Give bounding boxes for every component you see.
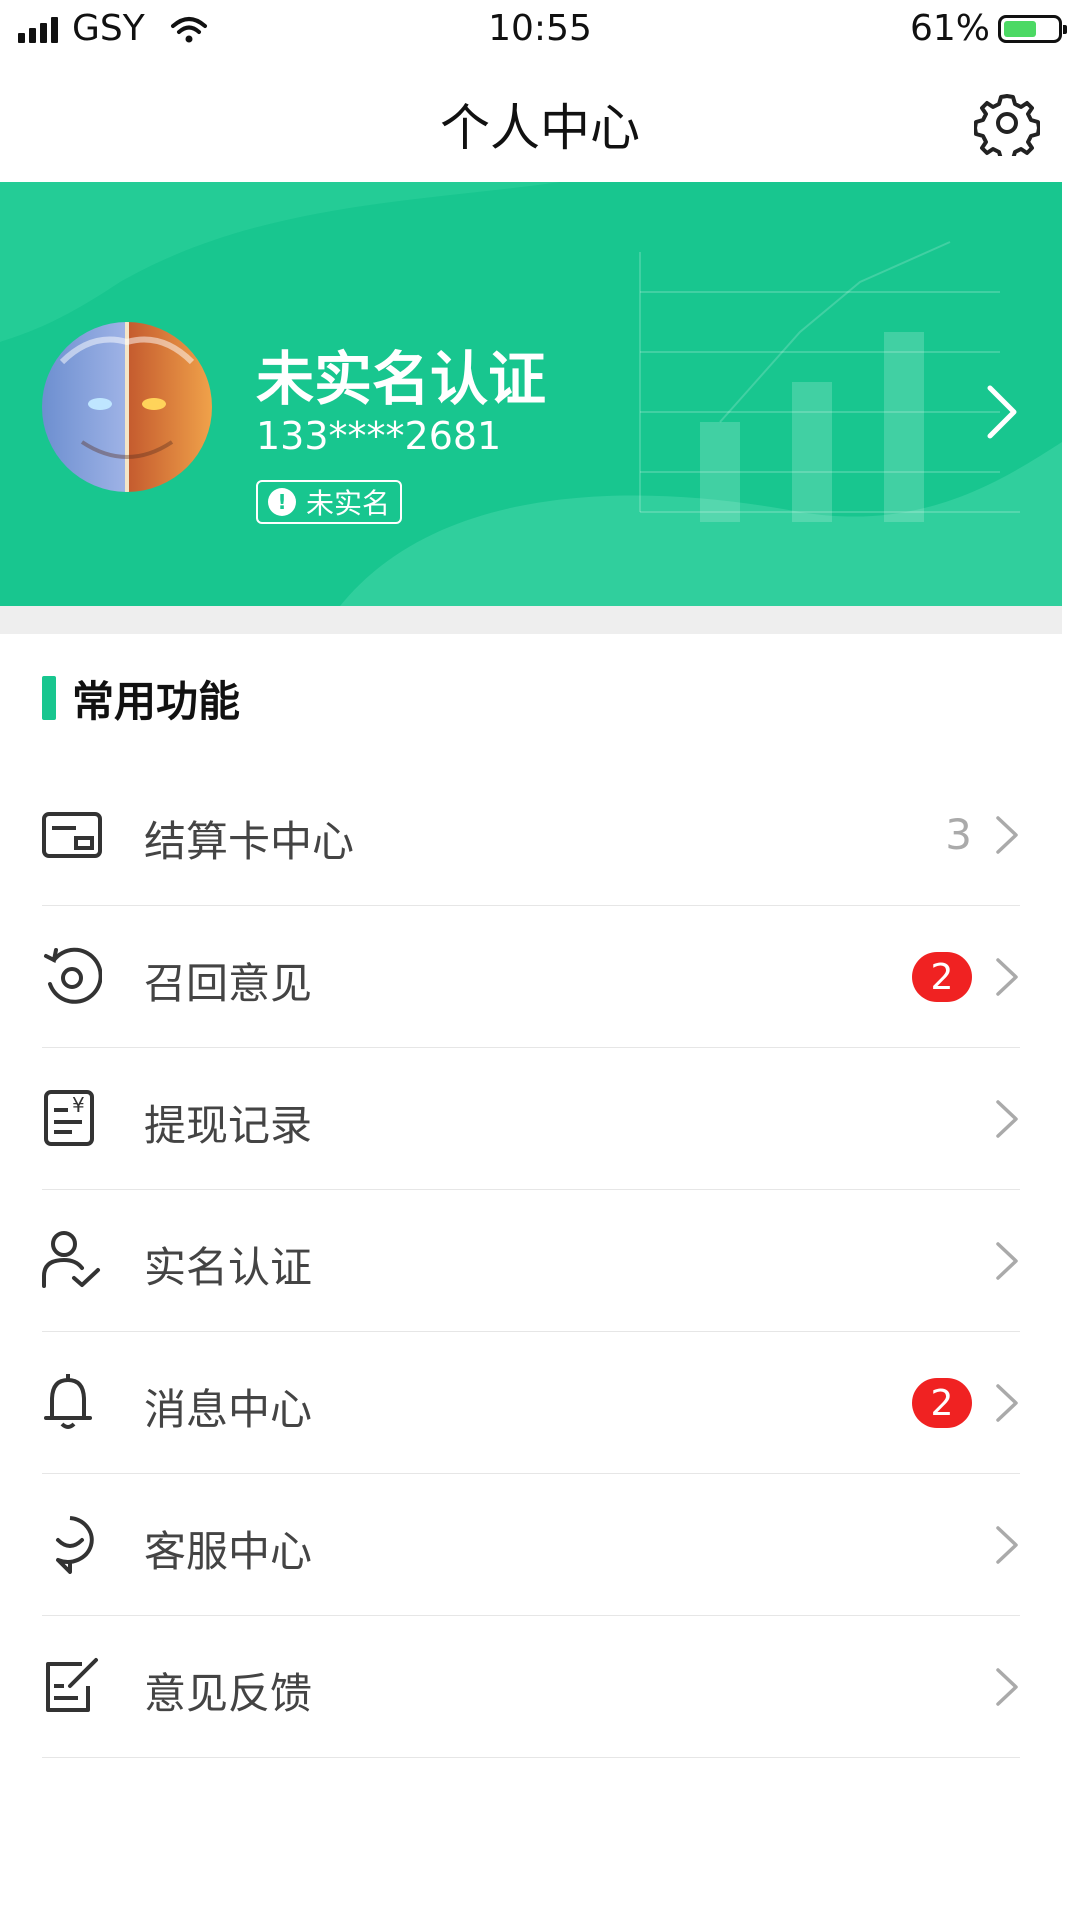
profile-card[interactable]: 未实名认证 133****2681 ! 未实名 (0, 182, 1062, 606)
menu-item-label: 召回意见 (144, 959, 313, 1008)
service-chat-icon (56, 1516, 94, 1574)
menu-item-withdraw-records[interactable]: ¥ 提现记录 (42, 1048, 1020, 1190)
battery-fill (1004, 20, 1036, 37)
chevron-right-icon (996, 1242, 1018, 1280)
exclamation-icon: ! (268, 488, 296, 516)
notification-badge: 2 (912, 952, 972, 1002)
svg-text:¥: ¥ (72, 1093, 85, 1117)
function-list: 结算卡中心 3 召回意见 2 ¥ 提现记录 实名认证 消息中心 2 客服中心 意… (42, 764, 1020, 1758)
menu-item-real-name-verify[interactable]: 实名认证 (42, 1190, 1020, 1332)
menu-item-label: 消息中心 (144, 1385, 313, 1434)
battery-icon (998, 14, 1067, 43)
menu-item-settlement-card[interactable]: 结算卡中心 3 (42, 764, 1020, 906)
count-text: 3 (945, 810, 972, 859)
section-accent-bar (42, 676, 56, 720)
menu-item-customer-service[interactable]: 客服中心 (42, 1474, 1020, 1616)
menu-item-recall-feedback[interactable]: 召回意见 2 (42, 906, 1020, 1048)
chevron-right-icon (996, 816, 1018, 854)
menu-item-label: 客服中心 (144, 1527, 313, 1576)
card-icon (42, 812, 102, 858)
status-right: 61% (909, 8, 1067, 49)
chevron-right-icon (996, 1668, 1018, 1706)
recall-icon (44, 947, 102, 1004)
section-header: 常用功能 (42, 672, 240, 726)
chevron-right-icon (996, 958, 1018, 996)
verify-status-badge: ! 未实名 (256, 480, 403, 524)
menu-item-feedback[interactable]: 意见反馈 (42, 1616, 1020, 1758)
battery-percent: 61% (909, 8, 990, 49)
menu-item-label: 实名认证 (144, 1243, 313, 1292)
nav-bar: 个人中心 (0, 60, 1080, 180)
avatar-image (59, 322, 195, 492)
bell-icon (44, 1374, 92, 1429)
chevron-right-icon[interactable] (982, 382, 1022, 442)
menu-item-label: 结算卡中心 (144, 817, 355, 866)
menu-item-label: 提现记录 (144, 1101, 313, 1150)
withdraw-record-icon: ¥ (44, 1090, 94, 1146)
status-bar: GSY 10:55 61% (0, 0, 1080, 60)
feedback-edit-icon (46, 1658, 98, 1712)
user-name: 未实名认证 (256, 345, 547, 413)
gear-icon[interactable] (974, 90, 1040, 156)
chevron-right-icon (996, 1384, 1018, 1422)
user-verify-icon (42, 1231, 100, 1288)
avatar[interactable] (42, 322, 212, 492)
page-title: 个人中心 (440, 99, 640, 157)
user-phone: 133****2681 (256, 414, 502, 458)
menu-item-message-center[interactable]: 消息中心 2 (42, 1332, 1020, 1474)
section-title: 常用功能 (72, 676, 241, 726)
notification-badge: 2 (912, 1378, 972, 1428)
chevron-right-icon (996, 1100, 1018, 1138)
chevron-right-icon (996, 1526, 1018, 1564)
section-divider (0, 606, 1062, 634)
menu-item-label: 意见反馈 (144, 1669, 313, 1718)
verify-status-label: 未实名 (306, 487, 391, 520)
